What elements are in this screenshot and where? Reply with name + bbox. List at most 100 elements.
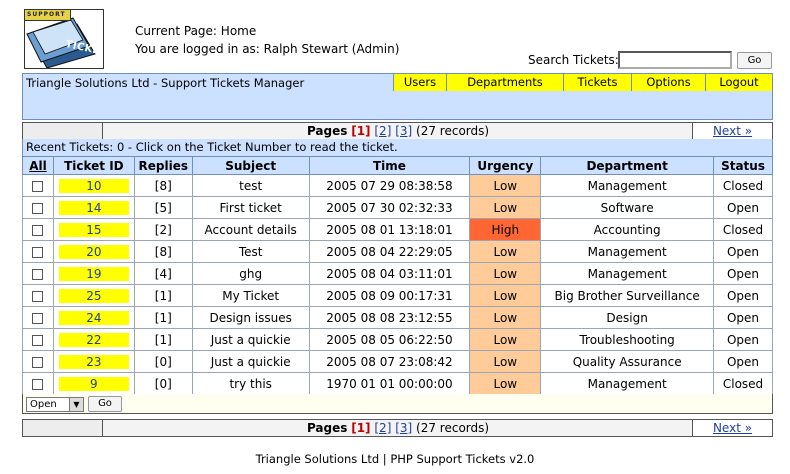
- pager-pages: Pages [1] [2] [3] (27 records): [103, 123, 693, 139]
- recent-tickets-info: Recent Tickets: 0 - Click on the Ticket …: [22, 139, 773, 156]
- nav-options[interactable]: Options: [631, 74, 705, 91]
- department-cell: Management: [540, 174, 715, 197]
- row-checkbox-cell[interactable]: [22, 372, 54, 395]
- ticket-id-cell[interactable]: 25: [52, 284, 135, 307]
- subject-cell: Account details: [191, 218, 310, 241]
- ticket-id-cell[interactable]: 19: [52, 262, 135, 285]
- row-checkbox-cell[interactable]: [22, 196, 54, 219]
- row-checkbox[interactable]: [32, 202, 44, 214]
- urgency-cell: Low: [469, 372, 542, 395]
- table-row: 19 [4] ghg 2005 08 04 03:11:01 Low Management…: [22, 262, 773, 285]
- bulk-go-button[interactable]: Go: [88, 396, 122, 412]
- row-checkbox[interactable]: [32, 290, 44, 302]
- ticket-id-link[interactable]: 15: [58, 222, 129, 237]
- status-cell: Open: [713, 196, 773, 219]
- status-cell: Open: [713, 262, 773, 285]
- row-checkbox[interactable]: [32, 312, 44, 324]
- replies-cell: [8]: [133, 240, 193, 263]
- col-subject: Subject: [191, 156, 310, 175]
- col-status: Status: [713, 156, 773, 175]
- table-row: 23 [0] Just a quickie 2005 08 07 23:08:42 Lo…: [22, 350, 773, 373]
- row-checkbox[interactable]: [32, 224, 44, 236]
- col-ticket-id: Ticket ID: [52, 156, 135, 175]
- status-select[interactable]: Open ▼: [26, 397, 84, 412]
- ticket-id-link[interactable]: 9: [58, 376, 129, 391]
- row-checkbox-cell[interactable]: [22, 262, 54, 285]
- pager-records: (27 records): [416, 124, 490, 138]
- row-checkbox-cell[interactable]: [22, 350, 54, 373]
- ticket-id-link[interactable]: 23: [58, 354, 129, 369]
- pager-page-3-link[interactable]: [3]: [395, 421, 412, 435]
- ticket-id-link[interactable]: 22: [58, 332, 129, 347]
- subject-cell: Just a quickie: [191, 350, 310, 373]
- ticket-id-link[interactable]: 19: [58, 266, 129, 281]
- ticket-id-cell[interactable]: 20: [52, 240, 135, 263]
- status-cell: Closed: [713, 174, 773, 197]
- ticket-id-link[interactable]: 14: [58, 200, 129, 215]
- ticket-id-cell[interactable]: 9: [52, 372, 135, 395]
- row-checkbox[interactable]: [32, 268, 44, 280]
- pager-next-link[interactable]: Next »: [713, 421, 752, 435]
- subject-cell: First ticket: [191, 196, 310, 219]
- status-cell: Open: [713, 284, 773, 307]
- ticket-id-link[interactable]: 25: [58, 288, 129, 303]
- row-checkbox[interactable]: [32, 180, 44, 192]
- pager-current-page: [1]: [351, 421, 371, 435]
- replies-cell: [0]: [133, 372, 193, 395]
- pager-current-page: [1]: [351, 124, 371, 138]
- nav-departments[interactable]: Departments: [446, 74, 563, 91]
- ticket-id-link[interactable]: 10: [58, 178, 129, 193]
- row-checkbox[interactable]: [32, 378, 44, 390]
- replies-cell: [5]: [133, 196, 193, 219]
- subject-cell: Test: [191, 240, 310, 263]
- ticket-id-cell[interactable]: 15: [52, 218, 135, 241]
- nav-users[interactable]: Users: [393, 74, 446, 91]
- row-checkbox-cell[interactable]: [22, 240, 54, 263]
- search-input[interactable]: [618, 51, 732, 69]
- pager-page-2-link[interactable]: [2]: [374, 421, 391, 435]
- replies-cell: [1]: [133, 328, 193, 351]
- ticket-id-cell[interactable]: 24: [52, 306, 135, 329]
- subject-cell: Just a quickie: [191, 328, 310, 351]
- row-checkbox-cell[interactable]: [22, 306, 54, 329]
- row-checkbox-cell[interactable]: [22, 328, 54, 351]
- pager-page-2-link[interactable]: [2]: [374, 124, 391, 138]
- ticket-id-cell[interactable]: 23: [52, 350, 135, 373]
- ticket-id-cell[interactable]: 22: [52, 328, 135, 351]
- search-go-button[interactable]: Go: [737, 52, 772, 69]
- table-row: 20 [8] Test 2005 08 04 22:29:05 Low Managemen…: [22, 240, 773, 263]
- time-cell: 2005 08 07 23:08:42: [308, 350, 471, 373]
- row-checkbox[interactable]: [32, 356, 44, 368]
- nav-bar: Triangle Solutions Ltd - Support Tickets…: [22, 73, 773, 92]
- pager-top: Pages [1] [2] [3] (27 records) Next »: [22, 122, 773, 140]
- row-checkbox-cell[interactable]: [22, 284, 54, 307]
- status-cell: Open: [713, 240, 773, 263]
- urgency-cell: Low: [469, 284, 542, 307]
- time-cell: 2005 08 04 03:11:01: [308, 262, 471, 285]
- nav-logout[interactable]: Logout: [705, 74, 772, 91]
- ticket-id-link[interactable]: 24: [58, 310, 129, 325]
- nav-tickets[interactable]: Tickets: [563, 74, 631, 91]
- table-row: 15 [2] Account details 2005 08 01 13:18:01 H…: [22, 218, 773, 241]
- ticket-id-cell[interactable]: 10: [52, 174, 135, 197]
- ticket-id-link[interactable]: 20: [58, 244, 129, 259]
- app-logo: SUPPORT TICKETS: [24, 9, 104, 69]
- row-checkbox-cell[interactable]: [22, 218, 54, 241]
- row-checkbox[interactable]: [32, 246, 44, 258]
- logged-in-label: You are logged in as: Ralph Stewart (Adm…: [135, 42, 400, 56]
- pager-page-3-link[interactable]: [3]: [395, 124, 412, 138]
- pager-next-link[interactable]: Next »: [713, 124, 752, 138]
- chevron-down-icon[interactable]: ▼: [69, 398, 83, 411]
- urgency-cell: Low: [469, 262, 542, 285]
- col-urgency: Urgency: [469, 156, 542, 175]
- time-cell: 2005 08 01 13:18:01: [308, 218, 471, 241]
- ticket-id-cell[interactable]: 14: [52, 196, 135, 219]
- col-time: Time: [308, 156, 471, 175]
- table-row: 14 [5] First ticket 2005 07 30 02:32:33 Low S…: [22, 196, 773, 219]
- col-all[interactable]: All: [22, 156, 54, 175]
- time-cell: 2005 08 05 06:22:50: [308, 328, 471, 351]
- row-checkbox[interactable]: [32, 334, 44, 346]
- department-cell: Accounting: [540, 218, 715, 241]
- row-checkbox-cell[interactable]: [22, 174, 54, 197]
- urgency-cell: Low: [469, 328, 542, 351]
